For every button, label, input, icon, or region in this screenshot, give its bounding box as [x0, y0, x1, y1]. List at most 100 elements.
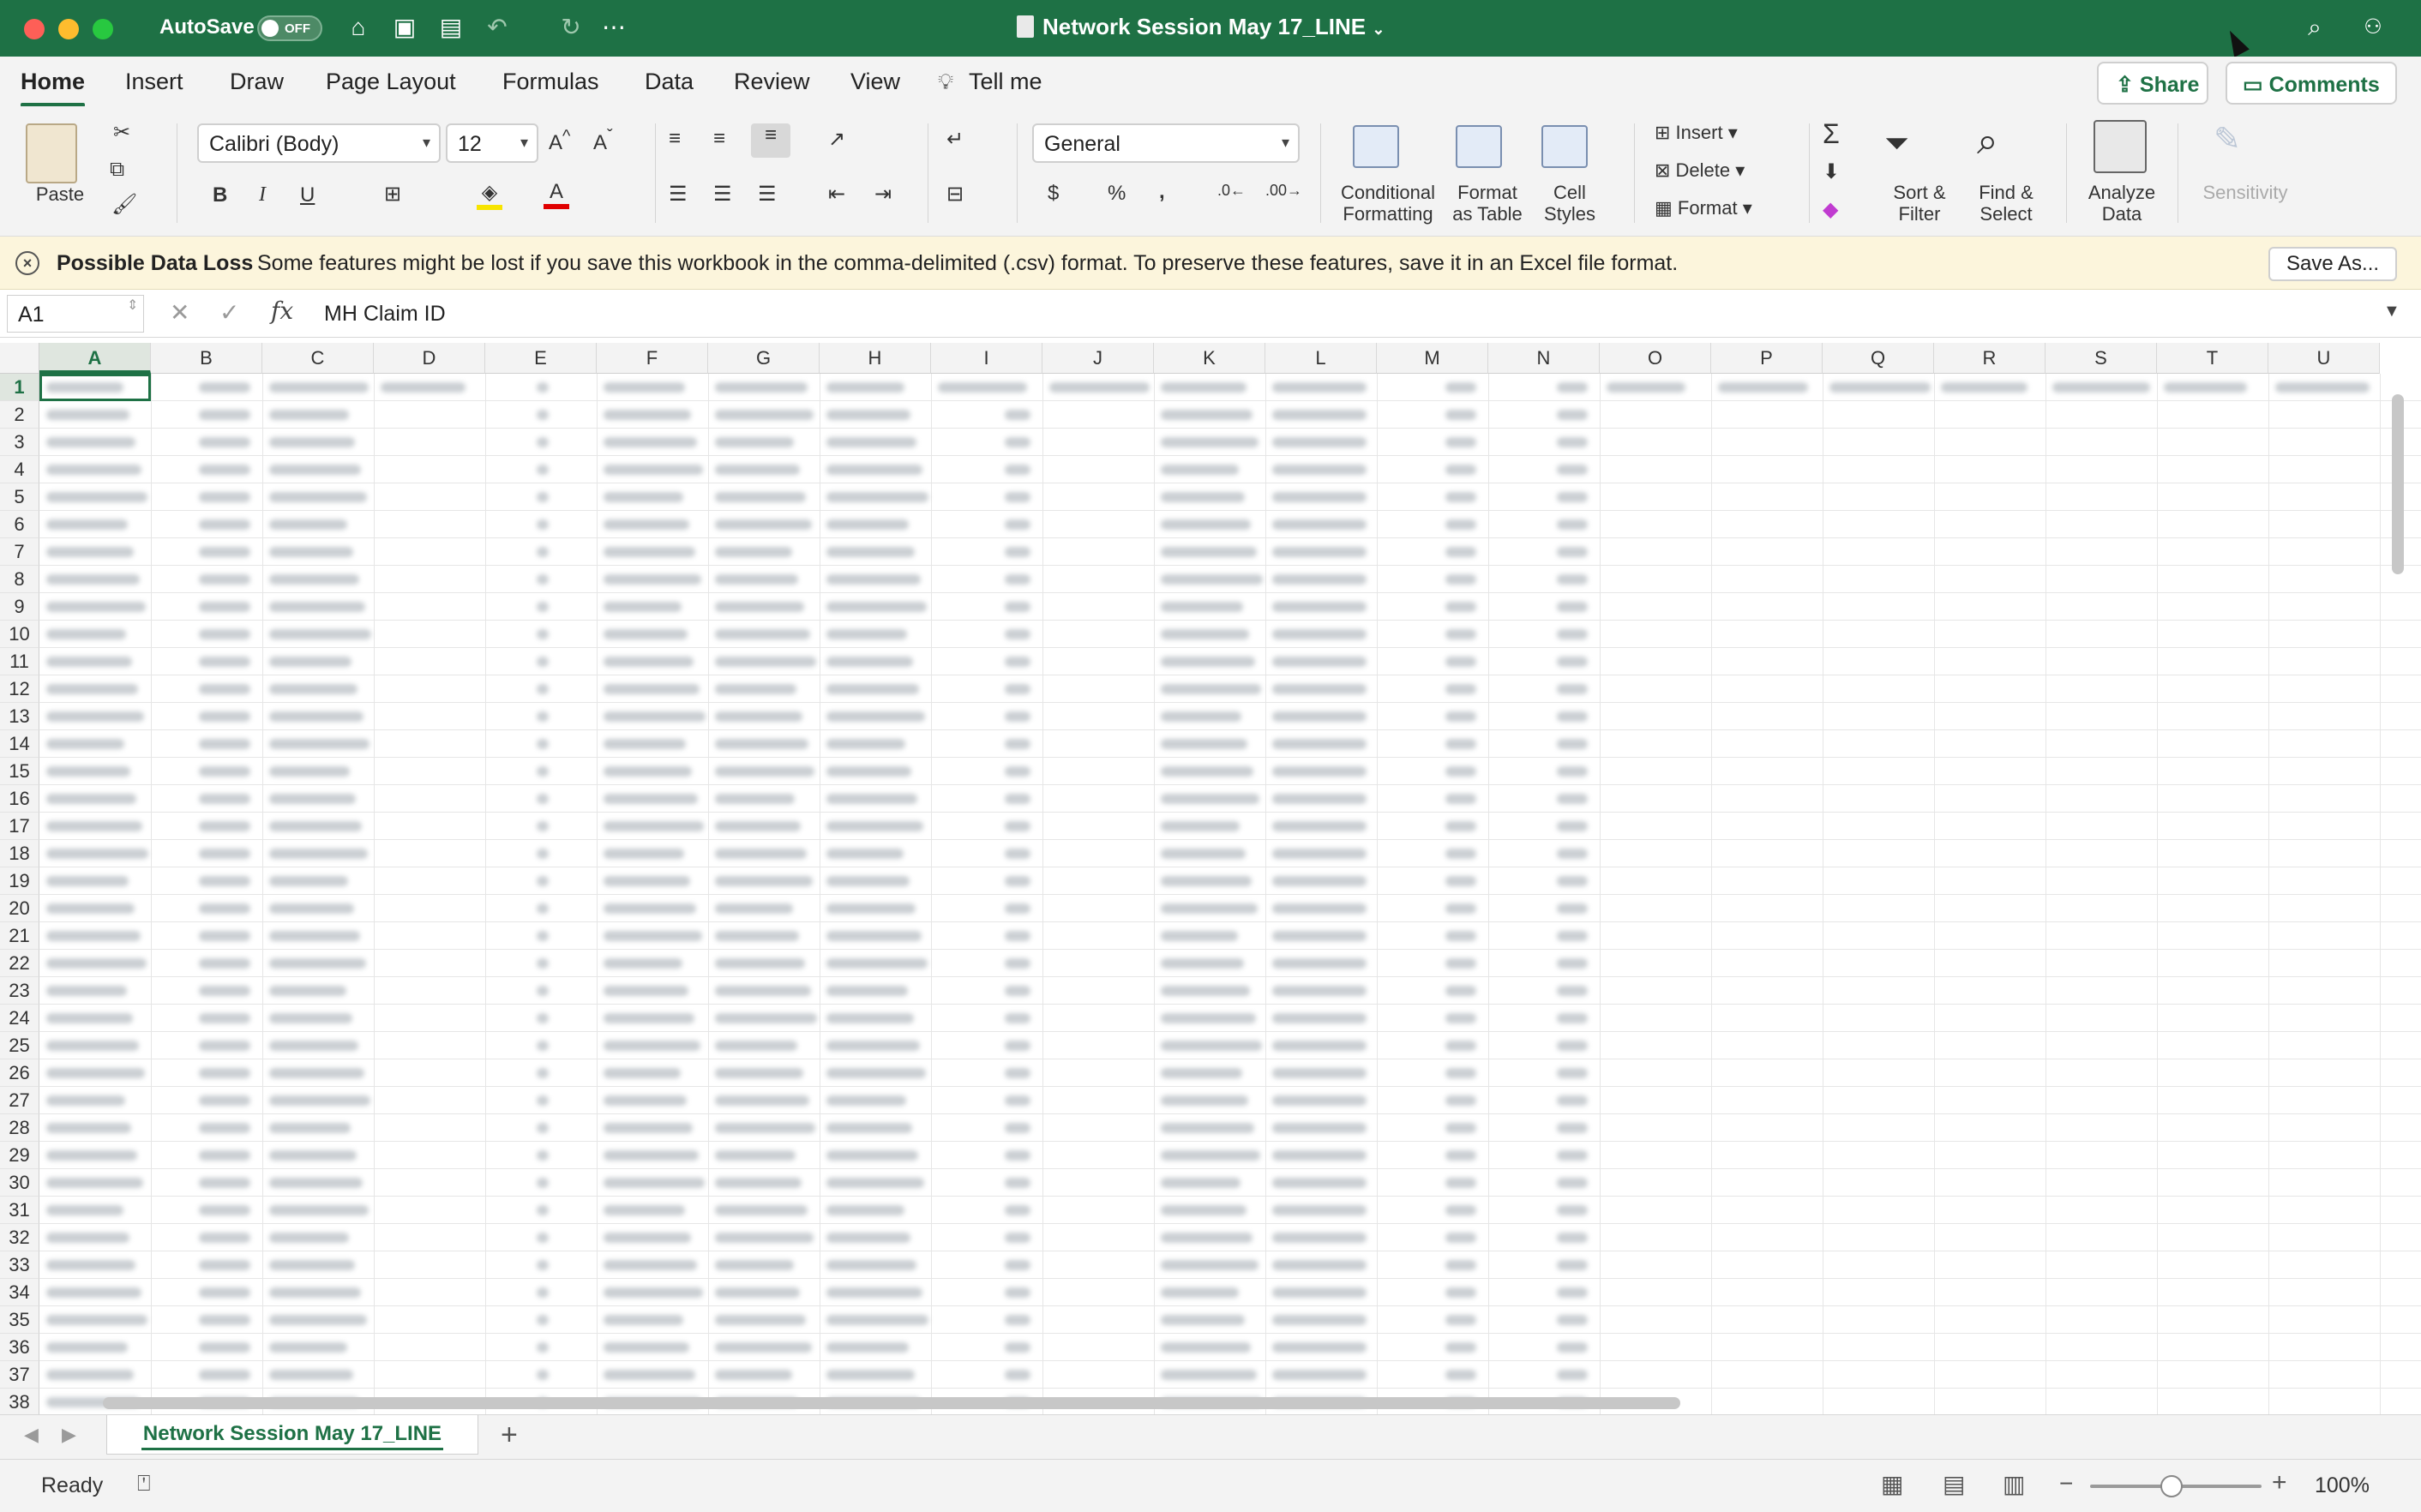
row-header[interactable]: 15: [0, 758, 39, 785]
row-header[interactable]: 34: [0, 1279, 39, 1306]
column-header[interactable]: H: [820, 343, 931, 374]
analyze-data-label[interactable]: Analyze Data: [2083, 182, 2160, 225]
format-as-table-label[interactable]: Format as Table: [1440, 182, 1535, 225]
tell-me-input[interactable]: Tell me: [969, 69, 1042, 95]
align-right-icon[interactable]: ☰: [758, 182, 777, 207]
row-header[interactable]: 36: [0, 1334, 39, 1361]
wrap-text-icon[interactable]: ↵: [946, 127, 964, 152]
column-header[interactable]: E: [485, 343, 597, 374]
page-layout-view-icon[interactable]: ▤: [1943, 1470, 1965, 1498]
row-header[interactable]: 26: [0, 1059, 39, 1087]
tab-draw[interactable]: Draw: [230, 69, 284, 95]
borders-icon[interactable]: ⊞: [384, 182, 401, 207]
comma-style-icon[interactable]: ,: [1159, 180, 1165, 204]
name-box-stepper-icon[interactable]: ⇕: [127, 297, 138, 314]
row-header[interactable]: 1: [0, 374, 39, 401]
row-header[interactable]: 30: [0, 1169, 39, 1197]
tab-home[interactable]: Home: [21, 69, 86, 107]
zoom-out-icon[interactable]: −: [2059, 1470, 2073, 1497]
row-header[interactable]: 2: [0, 401, 39, 429]
insert-function-icon[interactable]: fx: [271, 297, 293, 325]
format-as-table-icon[interactable]: [1456, 125, 1502, 168]
zoom-window-button[interactable]: [93, 19, 113, 39]
close-window-button[interactable]: [24, 19, 45, 39]
percent-icon[interactable]: %: [1108, 182, 1126, 206]
name-box[interactable]: A1: [7, 295, 144, 333]
zoom-in-icon[interactable]: +: [2272, 1468, 2287, 1497]
row-header[interactable]: 10: [0, 621, 39, 648]
cell-styles-label[interactable]: Cell Styles: [1531, 182, 1608, 225]
dismiss-message-icon[interactable]: ×: [15, 251, 39, 275]
row-header[interactable]: 7: [0, 538, 39, 566]
delete-cells-button[interactable]: ⊠ Delete ▾: [1655, 159, 1745, 182]
vertical-scrollbar[interactable]: [2392, 394, 2404, 574]
accessibility-icon[interactable]: ⍞: [137, 1470, 151, 1497]
add-sheet-button[interactable]: +: [501, 1419, 518, 1452]
tab-formulas[interactable]: Formulas: [502, 69, 599, 95]
column-header[interactable]: N: [1488, 343, 1600, 374]
align-left-icon[interactable]: ☰: [669, 182, 688, 207]
save-icon[interactable]: ▣: [389, 12, 420, 43]
currency-icon[interactable]: $: [1048, 182, 1059, 206]
column-header[interactable]: A: [39, 343, 151, 374]
row-header[interactable]: 28: [0, 1114, 39, 1142]
search-icon[interactable]: ⌕: [2299, 12, 2330, 43]
italic-button[interactable]: I: [259, 183, 266, 207]
row-header[interactable]: 4: [0, 456, 39, 483]
column-header[interactable]: T: [2157, 343, 2268, 374]
row-header[interactable]: 11: [0, 648, 39, 675]
row-header[interactable]: 25: [0, 1032, 39, 1059]
column-header[interactable]: C: [262, 343, 374, 374]
row-header[interactable]: 22: [0, 950, 39, 977]
column-header[interactable]: G: [708, 343, 820, 374]
tab-insert[interactable]: Insert: [125, 69, 183, 95]
tab-page-layout[interactable]: Page Layout: [326, 69, 456, 95]
format-cells-button[interactable]: ▦ Format ▾: [1655, 197, 1752, 219]
find-select-icon[interactable]: ⌕: [1977, 120, 1998, 163]
page-break-view-icon[interactable]: ▥: [2003, 1470, 2025, 1498]
sort-filter-icon[interactable]: ⏷: [1884, 125, 1909, 162]
row-header[interactable]: 33: [0, 1251, 39, 1279]
comments-button[interactable]: ▭ Comments: [2226, 62, 2397, 105]
row-header[interactable]: 14: [0, 730, 39, 758]
row-header[interactable]: 27: [0, 1087, 39, 1114]
row-header[interactable]: 32: [0, 1224, 39, 1251]
column-header[interactable]: D: [374, 343, 485, 374]
column-header[interactable]: P: [1711, 343, 1823, 374]
conditional-formatting-icon[interactable]: [1353, 125, 1399, 168]
font-size-select[interactable]: 12 ▾: [446, 123, 538, 163]
cut-icon[interactable]: ✂: [113, 120, 130, 145]
zoom-level[interactable]: 100%: [2315, 1473, 2370, 1498]
align-middle-icon[interactable]: ≡: [713, 127, 725, 151]
analyze-data-icon[interactable]: [2094, 120, 2147, 173]
decrease-decimal-icon[interactable]: .00→: [1265, 182, 1302, 200]
align-bottom-icon[interactable]: ≡: [751, 123, 790, 158]
row-header[interactable]: 3: [0, 429, 39, 456]
row-header[interactable]: 38: [0, 1389, 39, 1414]
prev-sheet-icon[interactable]: ◀: [24, 1424, 39, 1446]
decrease-font-icon[interactable]: Aˇ: [593, 127, 613, 155]
share-people-icon[interactable]: ⚇: [2358, 12, 2388, 43]
document-title[interactable]: Network Session May 17_LINE ⌄: [1017, 14, 1385, 40]
row-header[interactable]: 21: [0, 922, 39, 950]
paste-icon[interactable]: [26, 123, 77, 183]
align-top-icon[interactable]: ≡: [669, 127, 681, 151]
clear-icon[interactable]: ◆: [1823, 197, 1838, 222]
formula-input[interactable]: MH Claim ID: [324, 302, 446, 327]
paste-label[interactable]: Paste: [27, 183, 93, 205]
share-button[interactable]: ⇪ Share: [2097, 62, 2208, 105]
column-header[interactable]: M: [1377, 343, 1488, 374]
selected-cell-a1[interactable]: [39, 374, 151, 401]
column-header[interactable]: S: [2046, 343, 2157, 374]
minimize-window-button[interactable]: [58, 19, 79, 39]
tab-data[interactable]: Data: [645, 69, 694, 95]
enter-icon[interactable]: ✓: [219, 298, 239, 327]
next-sheet-icon[interactable]: ▶: [62, 1424, 76, 1446]
row-header[interactable]: 29: [0, 1142, 39, 1169]
cancel-icon[interactable]: ✕: [170, 298, 189, 327]
sheet-tab-active[interactable]: Network Session May 17_LINE: [106, 1415, 478, 1455]
expand-formula-icon[interactable]: ▼: [2383, 302, 2400, 321]
copy-icon[interactable]: ⧉: [110, 158, 124, 182]
tab-view[interactable]: View: [850, 69, 900, 95]
row-header[interactable]: 18: [0, 840, 39, 867]
